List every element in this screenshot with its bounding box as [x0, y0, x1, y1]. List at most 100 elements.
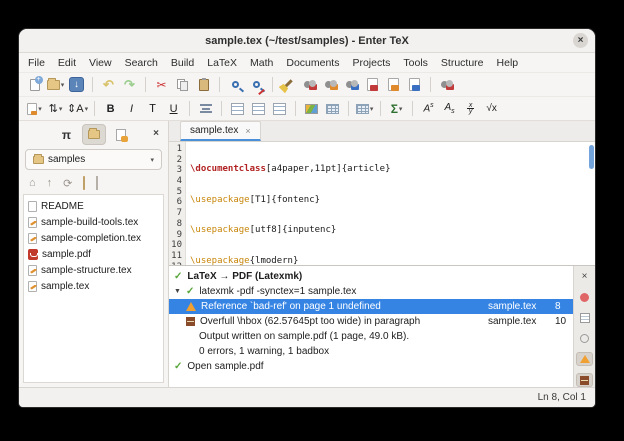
refresh-button[interactable]: ⟳ — [63, 177, 72, 190]
detach-button[interactable] — [96, 177, 98, 189]
superscript-button[interactable]: As — [419, 99, 438, 119]
typewriter-button[interactable]: T — [143, 99, 162, 119]
enumerate-button[interactable] — [249, 99, 268, 119]
doc-pdf-icon — [409, 78, 420, 91]
itemize-button[interactable] — [228, 99, 247, 119]
copy-button[interactable] — [173, 75, 192, 95]
bold-button[interactable]: B — [101, 99, 120, 119]
up-arrow-icon: ↑ — [47, 177, 53, 189]
gears-ps-icon — [325, 80, 337, 89]
menu-projects[interactable]: Projects — [352, 57, 390, 69]
open-file-button[interactable]: ▾ — [46, 75, 65, 95]
editor-tab-bar: sample.tex × — [169, 121, 595, 142]
output-header-row[interactable]: ✓ LaTeX → PDF (Latexmk) — [169, 269, 573, 284]
tab-close-icon[interactable]: × — [245, 126, 250, 136]
clipboard-panel-tab[interactable] — [109, 124, 133, 145]
output-badbox-row[interactable]: Overfull \hbox (62.57645pt too wide) in … — [169, 314, 573, 329]
file-row[interactable]: sample-structure.tex — [24, 262, 163, 278]
search-replace-icon — [253, 81, 260, 88]
sqrt-button[interactable]: √x — [482, 99, 501, 119]
badbox-filter-button[interactable] — [576, 373, 593, 387]
underline-button[interactable]: U — [164, 99, 183, 119]
insert-table-button[interactable] — [323, 99, 342, 119]
tab-sample-tex[interactable]: sample.tex × — [180, 121, 261, 141]
output-summary-row[interactable]: 0 errors, 1 warning, 1 badbox — [169, 344, 573, 359]
file-row[interactable]: sample.pdf — [24, 246, 163, 262]
menu-search[interactable]: Search — [125, 57, 158, 69]
sidebar-close-button[interactable]: × — [153, 128, 159, 139]
error-filter-button[interactable] — [576, 291, 593, 305]
file-browser-tab[interactable] — [82, 124, 106, 145]
undo-button[interactable]: ↶ — [99, 75, 118, 95]
cut-icon: ✂ — [156, 78, 166, 92]
output-info-row[interactable]: Output written on sample.pdf (1 page, 49… — [169, 329, 573, 344]
menu-file[interactable]: File — [28, 57, 45, 69]
file-list: README sample-build-tools.tex sample-com… — [23, 194, 164, 383]
view-ps-button[interactable] — [384, 75, 403, 95]
sum-icon: Σ — [391, 102, 398, 116]
output-open-row[interactable]: ✓ Open sample.pdf — [169, 359, 573, 374]
find-replace-button[interactable] — [247, 75, 266, 95]
new-file-button[interactable]: + — [25, 75, 44, 95]
tabular-dropdown[interactable]: ▾ — [355, 99, 374, 119]
chevron-down-icon: ▾ — [150, 156, 154, 164]
file-row[interactable]: sample-completion.tex — [24, 230, 163, 246]
menu-view[interactable]: View — [89, 57, 112, 69]
view-pdf-button[interactable] — [405, 75, 424, 95]
window-title: sample.tex (~/test/samples) - Enter TeX — [205, 35, 409, 47]
messages-view-button[interactable] — [576, 332, 593, 346]
compile-ps-button[interactable] — [321, 75, 340, 95]
log-view-button[interactable] — [576, 311, 593, 325]
code-area[interactable]: \documentclass[a4paper,11pt]{article} \u… — [186, 142, 595, 265]
menu-structure[interactable]: Structure — [441, 57, 484, 69]
compile-pdf-button[interactable] — [342, 75, 361, 95]
menu-documents[interactable]: Documents — [286, 57, 339, 69]
menu-build[interactable]: Build — [171, 57, 194, 69]
math-sum-dropdown[interactable]: Σ▾ — [387, 99, 406, 119]
italic-button[interactable]: I — [122, 99, 141, 119]
check-icon: ✓ — [174, 271, 182, 282]
close-output-button[interactable]: × — [576, 270, 593, 284]
warning-file: sample.tex — [488, 301, 550, 312]
log-icon — [580, 313, 590, 323]
fontsize-dropdown[interactable]: ⇕A▾ — [67, 99, 88, 119]
save-file-button[interactable]: ↓ — [67, 75, 86, 95]
compile-dvi-button[interactable] — [300, 75, 319, 95]
menu-edit[interactable]: Edit — [58, 57, 76, 69]
parent-dir-button[interactable]: ↑ — [47, 177, 53, 189]
menu-tools[interactable]: Tools — [403, 57, 428, 69]
clean-build-button[interactable] — [279, 75, 298, 95]
warning-filter-button[interactable] — [576, 352, 593, 366]
insert-image-button[interactable] — [302, 99, 321, 119]
environment-dropdown[interactable]: ⇅▾ — [46, 99, 65, 119]
center-align-button[interactable] — [196, 99, 215, 119]
code-editor[interactable]: 12 34 56 78 910 1112 \documentclass[a4pa… — [169, 142, 595, 265]
editor-scrollbar-thumb[interactable] — [589, 145, 594, 169]
folder-selector[interactable]: samples ▾ — [25, 149, 162, 170]
view-dvi-button[interactable] — [363, 75, 382, 95]
quick-build-button[interactable] — [437, 75, 456, 95]
menu-help[interactable]: Help — [497, 57, 519, 69]
file-row[interactable]: README — [24, 198, 163, 214]
indent-button[interactable] — [270, 99, 289, 119]
section-dropdown[interactable]: ▾ — [25, 99, 44, 119]
cut-button[interactable]: ✂ — [152, 75, 171, 95]
file-row[interactable]: sample-build-tools.tex — [24, 214, 163, 230]
check-icon: ✓ — [186, 286, 194, 297]
badbox-filter-icon — [580, 376, 589, 385]
find-button[interactable] — [226, 75, 245, 95]
menu-latex[interactable]: LaTeX — [207, 57, 237, 69]
redo-button[interactable]: ↷ — [120, 75, 139, 95]
fraction-button[interactable]: xy — [461, 99, 480, 119]
output-command-row[interactable]: ▼ ✓ latexmk -pdf -synctex=1 sample.tex — [169, 284, 573, 299]
math-panel-tab[interactable]: π — [55, 124, 79, 145]
home-button[interactable]: ⌂ — [29, 177, 36, 189]
subscript-button[interactable]: As — [440, 99, 459, 119]
file-row[interactable]: sample.tex — [24, 278, 163, 294]
paste-button[interactable] — [194, 75, 213, 95]
output-warning-row[interactable]: Reference `bad-ref' on page 1 undefined … — [169, 299, 573, 314]
menu-math[interactable]: Math — [250, 57, 273, 69]
collapse-arrow-icon[interactable]: ▼ — [174, 288, 181, 295]
new-folder-button[interactable] — [83, 177, 85, 189]
window-close-button[interactable]: × — [573, 33, 588, 48]
